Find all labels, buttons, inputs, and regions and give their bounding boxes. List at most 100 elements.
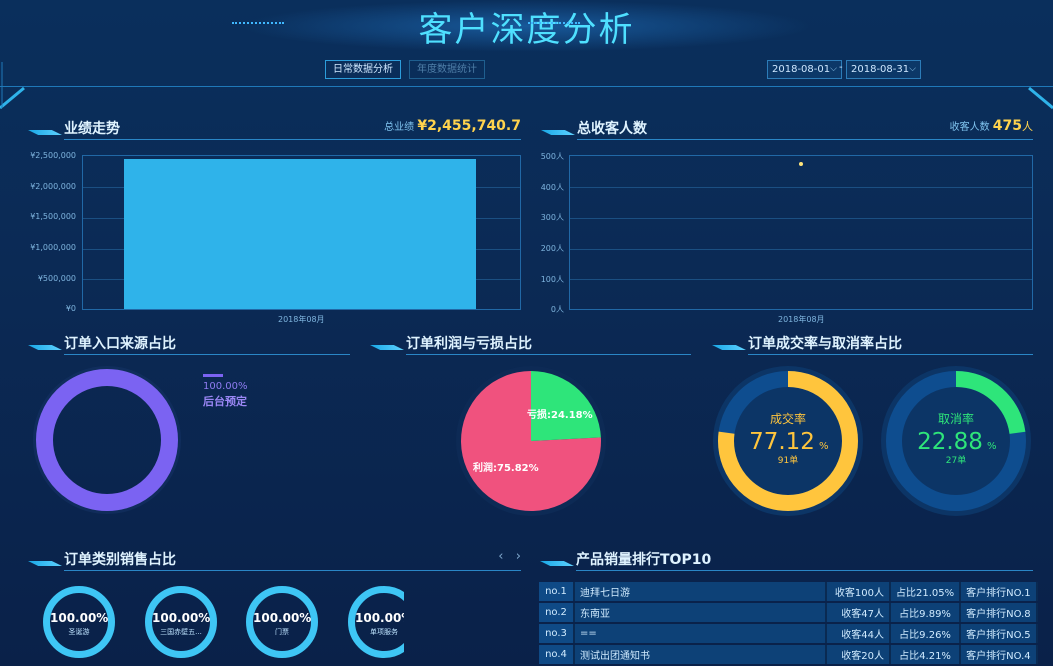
performance-total-value: ¥2,455,740.7 (417, 118, 521, 134)
y-tick-label: 200人 (540, 244, 564, 253)
cancel-rate-label: 取消率 (938, 411, 974, 426)
section-underline (748, 354, 1033, 355)
rank-number: no.1 (539, 582, 575, 601)
category-label: 三国赤壁五... (160, 628, 202, 636)
profit-title: 订单利润与亏损占比 (406, 336, 532, 352)
customers-total-value: 475 (992, 118, 1022, 134)
chevron-right-icon[interactable]: › (516, 549, 521, 564)
y-tick-label: ¥1,500,000 (30, 212, 76, 221)
rank-number: no.2 (539, 603, 575, 622)
section-underline (577, 139, 1033, 140)
performance-section-header: 业绩走势 总业绩 ¥2,455,740.7 (28, 118, 521, 140)
y-tick-label: 0人 (550, 305, 564, 314)
share: 占比4.21% (891, 645, 962, 664)
chevron-down-icon: ⌵ (909, 64, 916, 74)
category-percent: 100.00% (50, 611, 109, 625)
section-underline (64, 570, 521, 571)
performance-bar[interactable] (124, 159, 476, 309)
table-row[interactable]: no.4 测试出团通知书 收客20人 占比4.21% 客户排行NO.4 (539, 645, 1038, 664)
y-tick-label: ¥0 (65, 304, 76, 313)
source-donut-chart[interactable] (36, 369, 178, 511)
y-tick-label: 500人 (540, 152, 564, 161)
cancel-rate-value: 22.88 (917, 429, 983, 455)
success-count: 91单 (778, 454, 798, 466)
header-frame-line (0, 86, 1053, 87)
success-rate-label: 成交率 (770, 411, 806, 426)
category-label: 门票 (275, 628, 289, 636)
grid-line (570, 249, 1032, 250)
rates-title: 订单成交率与取消率占比 (748, 336, 902, 352)
category-ring[interactable]: 100.00% 单项服务 (348, 586, 404, 658)
category-ring[interactable]: 100.00% 圣诞游 (43, 586, 115, 658)
profit-slice-label: 利润:75.82% (473, 461, 539, 474)
category-label: 圣诞游 (68, 628, 90, 636)
y-tick-label: ¥500,000 (37, 274, 76, 283)
product-name: == (575, 624, 827, 643)
category-percent: 100.00% (152, 611, 211, 625)
y-tick-label: 100人 (540, 275, 564, 284)
date-separator: - (839, 62, 843, 73)
customer-rank: 客户排行NO.8 (961, 603, 1038, 622)
product-name: 测试出团通知书 (575, 645, 827, 664)
carousel-nav: ‹ › (498, 549, 521, 564)
performance-chart-area (82, 155, 521, 310)
legend-percent: 100.00% (203, 381, 248, 392)
profit-pie-chart: 亏损:24.18% 利润:75.82% (456, 366, 606, 516)
table-row[interactable]: no.2 东南亚 收客47人 占比9.89% 客户排行NO.8 (539, 603, 1038, 622)
category-label: 单项服务 (370, 628, 398, 636)
source-title: 订单入口来源占比 (64, 336, 176, 352)
share: 占比21.05% (891, 582, 962, 601)
customers-total: 收客人数 475人 (950, 118, 1033, 134)
section-underline (64, 139, 521, 140)
customers-data-point[interactable] (799, 162, 803, 166)
start-date-select[interactable]: 2018-08-01 ⌵ (767, 60, 842, 79)
section-underline (576, 570, 1033, 571)
category-ring[interactable]: 100.00% 门票 (246, 586, 318, 658)
share: 占比9.89% (891, 603, 962, 622)
x-tick-label: 2018年08月 (278, 315, 325, 324)
profit-section-header: 订单利润与亏损占比 (370, 333, 691, 355)
customer-count: 收客47人 (827, 603, 891, 622)
legend-swatch (203, 374, 223, 377)
ranking-title: 产品销量排行TOP10 (576, 552, 712, 568)
cancel-rate-gauge[interactable]: 取消率 22.88 % 27单 (880, 365, 1032, 517)
section-decoration (540, 561, 574, 566)
source-section-header: 订单入口来源占比 (28, 333, 350, 355)
product-name: 迪拜七日游 (575, 582, 827, 601)
customers-total-unit: 人 (1022, 120, 1033, 133)
customer-rank: 客户排行NO.5 (961, 624, 1038, 643)
pie-slice-loss[interactable] (531, 371, 601, 441)
title-decoration-right (528, 22, 580, 26)
legend-name: 后台预定 (203, 395, 247, 408)
tab-annual-statistics[interactable]: 年度数据统计 (409, 60, 485, 79)
success-rate-gauge[interactable]: 成交率 77.12 % 91单 (712, 365, 864, 517)
performance-total-label: 总业绩 (384, 122, 415, 133)
section-decoration (712, 345, 746, 350)
customer-count: 收客100人 (827, 582, 891, 601)
category-percent: 100.00% (355, 611, 404, 625)
share: 占比9.26% (891, 624, 962, 643)
product-name: 东南亚 (575, 603, 827, 622)
chevron-left-icon[interactable]: ‹ (498, 549, 503, 564)
category-ring[interactable]: 100.00% 三国赤壁五... (145, 586, 217, 658)
ranking-table: no.1 迪拜七日游 收客100人 占比21.05% 客户排行NO.1 no.2… (539, 580, 1038, 666)
rates-section-header: 订单成交率与取消率占比 (712, 333, 1033, 355)
section-decoration (28, 561, 62, 566)
rank-number: no.3 (539, 624, 575, 643)
page-title: 客户深度分析 (418, 10, 635, 50)
y-tick-label: ¥2,500,000 (30, 151, 76, 160)
tab-daily-analysis[interactable]: 日常数据分析 (325, 60, 401, 79)
start-date-value: 2018-08-01 (772, 64, 831, 75)
section-underline (64, 354, 350, 355)
end-date-select[interactable]: 2018-08-31 ⌵ (846, 60, 921, 79)
category-section-header: 订单类别销售占比 ‹ › (28, 549, 521, 571)
x-tick-label: 2018年08月 (778, 315, 825, 324)
rank-number: no.4 (539, 645, 575, 664)
table-row[interactable]: no.3 == 收客44人 占比9.26% 客户排行NO.5 (539, 624, 1038, 643)
y-tick-label: 400人 (540, 183, 564, 192)
loss-slice-label: 亏损:24.18% (527, 408, 593, 421)
success-rate-unit: % (819, 441, 829, 452)
table-row[interactable]: no.1 迪拜七日游 收客100人 占比21.05% 客户排行NO.1 (539, 582, 1038, 601)
customers-chart-area (569, 155, 1033, 310)
category-carousel: 100.00% 圣诞游 100.00% 三国赤壁五... 100.00% 门票 … (30, 580, 404, 666)
